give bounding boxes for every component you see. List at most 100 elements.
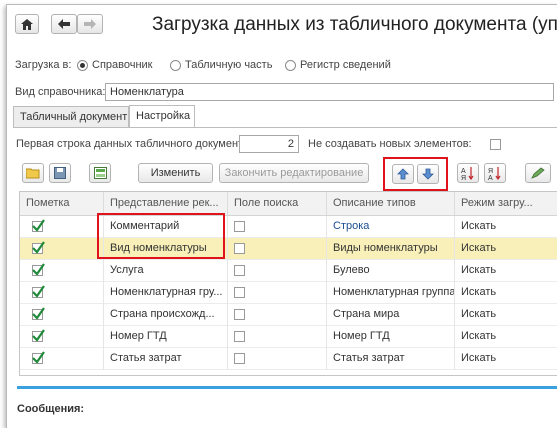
load-mode-cell: Искать — [461, 242, 497, 254]
load-mode-cell: Искать — [461, 352, 497, 364]
edit-button[interactable]: Изменить — [138, 163, 213, 183]
representation-cell: Номер ГТД — [104, 326, 228, 348]
type-description-cell: Номер ГТД — [327, 326, 455, 348]
mark-checkbox[interactable] — [32, 329, 45, 342]
checkmark-icon — [32, 241, 45, 254]
search-field-checkbox[interactable] — [234, 331, 245, 342]
save-icon — [54, 167, 66, 179]
type-description-cell[interactable]: Строка — [327, 216, 455, 238]
catalog-type-field[interactable]: Номенклатура — [105, 83, 554, 101]
search-field-checkbox[interactable] — [234, 243, 245, 254]
search-field-checkbox[interactable] — [234, 353, 245, 364]
save-button[interactable] — [49, 163, 71, 183]
load-mode-cell: Искать — [461, 264, 497, 276]
home-button[interactable] — [15, 14, 39, 34]
table-row[interactable]: Статья затрат Статья затрат Искать — [20, 348, 557, 370]
svg-text:A: A — [488, 175, 493, 180]
sort-desc-icon: ЯA — [488, 167, 501, 180]
svg-text:Я: Я — [488, 168, 493, 175]
representation-cell: Статья затрат — [104, 348, 228, 370]
finish-edit-button[interactable]: Закончить редактирование — [219, 163, 369, 183]
table-row[interactable]: Страна происхожд... Страна мира Искать — [20, 304, 557, 326]
column-mark[interactable]: Пометка — [20, 192, 104, 215]
radio-catalog-label: Справочник — [92, 59, 153, 71]
no-new-elements-label: Не создавать новых элементов: — [308, 138, 472, 150]
mark-cell — [20, 282, 104, 304]
pencil-icon — [531, 167, 545, 179]
mark-checkbox[interactable] — [32, 263, 45, 276]
tab-table-document[interactable]: Табличный документ — [13, 106, 129, 127]
checkmark-icon — [32, 285, 45, 298]
checkmark-icon — [32, 307, 45, 320]
load-to-label: Загрузка в: — [15, 59, 72, 71]
sort-desc-button[interactable]: ЯA — [484, 163, 506, 183]
search-field-checkbox[interactable] — [234, 265, 245, 276]
search-field-cell — [228, 304, 327, 326]
load-mode-cell: Искать — [461, 308, 497, 320]
search-field-cell — [228, 326, 327, 348]
radio-catalog[interactable] — [77, 60, 88, 71]
arrow-right-icon — [84, 19, 96, 29]
svg-text:Я: Я — [461, 175, 466, 180]
open-button[interactable] — [22, 163, 44, 183]
back-button[interactable] — [51, 14, 77, 34]
no-new-elements-checkbox[interactable] — [490, 139, 501, 150]
column-representation[interactable]: Представление рек... — [104, 192, 228, 215]
load-mode-cell: Искать — [461, 220, 497, 232]
sort-asc-button[interactable]: AЯ — [457, 163, 479, 183]
messages-divider — [17, 386, 557, 389]
forward-button[interactable] — [77, 14, 103, 34]
home-icon — [21, 18, 33, 30]
tabs-divider — [13, 127, 557, 128]
table-edit-button[interactable] — [89, 163, 111, 183]
table-row[interactable]: Номенклатурная гру... Номенклатурная груп… — [20, 282, 557, 304]
search-field-cell — [228, 216, 327, 238]
checkmark-icon — [32, 263, 45, 276]
type-description-cell: Номенклатурная группа — [327, 282, 455, 304]
radio-info-register-label: Регистр сведений — [300, 59, 391, 71]
table-row[interactable]: Номер ГТД Номер ГТД Искать — [20, 326, 557, 348]
column-type-description[interactable]: Описание типов — [327, 192, 455, 215]
representation-cell: Страна происхожд... — [104, 304, 228, 326]
table-row[interactable]: Услуга Булево Искать — [20, 260, 557, 282]
window-title: Загрузка данных из табличного документа … — [152, 14, 557, 35]
radio-tabular-part[interactable] — [170, 60, 181, 71]
mark-checkbox[interactable] — [32, 351, 45, 364]
arrow-left-icon — [58, 19, 70, 29]
mark-cell — [20, 260, 104, 282]
catalog-type-label: Вид справочника: — [15, 86, 106, 98]
representation-cell: Услуга — [104, 260, 228, 282]
search-field-checkbox[interactable] — [234, 221, 245, 232]
mark-cell — [20, 304, 104, 326]
search-field-checkbox[interactable] — [234, 287, 245, 298]
mark-checkbox[interactable] — [32, 241, 45, 254]
mark-checkbox[interactable] — [32, 285, 45, 298]
more-button[interactable] — [525, 163, 551, 183]
mark-cell — [20, 216, 104, 238]
mark-checkbox[interactable] — [32, 219, 45, 232]
column-search-field[interactable]: Поле поиска — [228, 192, 327, 215]
radio-info-register[interactable] — [285, 60, 296, 71]
column-load-mode[interactable]: Режим загру... — [455, 192, 557, 215]
mark-checkbox[interactable] — [32, 307, 45, 320]
search-field-cell — [228, 282, 327, 304]
highlight-move-buttons — [383, 157, 448, 191]
load-mode-cell: Искать — [461, 330, 497, 342]
sort-asc-icon: AЯ — [461, 167, 474, 180]
search-field-checkbox[interactable] — [234, 309, 245, 320]
table-edit-icon — [93, 167, 107, 179]
tab-settings[interactable]: Настройка — [129, 105, 195, 127]
mark-cell — [20, 326, 104, 348]
highlight-rows — [97, 213, 225, 259]
svg-text:A: A — [461, 168, 466, 175]
search-field-cell — [228, 348, 327, 370]
checkmark-icon — [32, 219, 45, 232]
mark-cell — [20, 348, 104, 370]
checkmark-icon — [32, 351, 45, 364]
window: Загрузка данных из табличного документа … — [6, 4, 557, 428]
load-mode-cell: Искать — [461, 286, 497, 298]
type-description-cell: Булево — [327, 260, 455, 282]
type-description-cell: Статья затрат — [327, 348, 455, 370]
type-description-cell: Виды номенклатуры — [327, 238, 455, 260]
first-row-field[interactable]: 2 — [239, 135, 299, 153]
